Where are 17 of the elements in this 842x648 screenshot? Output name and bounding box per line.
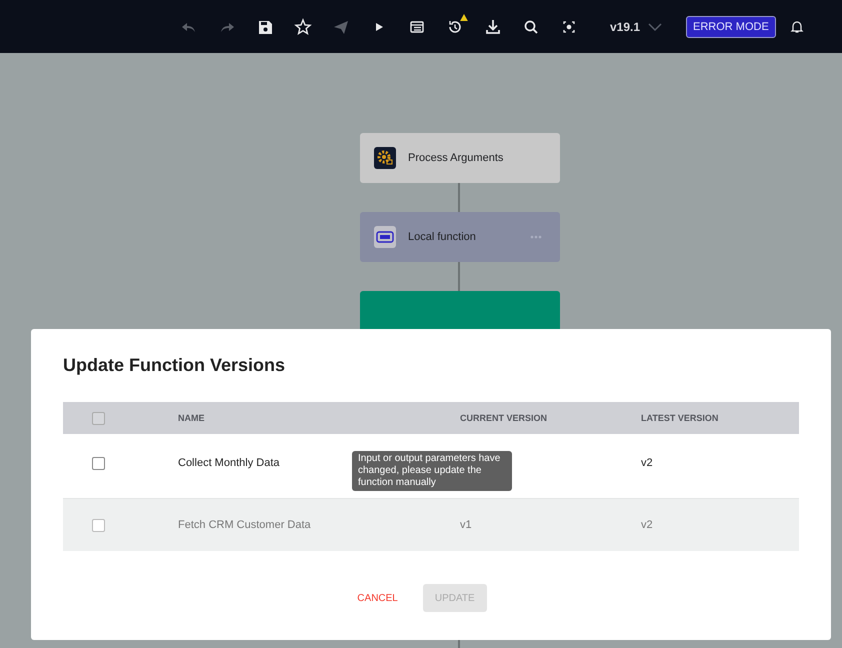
- dialog-title: Update Function Versions: [63, 355, 286, 376]
- node-label: Local function: [408, 231, 476, 243]
- version-dropdown[interactable]: v19.1: [610, 20, 662, 34]
- node-label: Process Arguments: [408, 152, 504, 164]
- text-button[interactable]: CANCEL: [345, 584, 410, 612]
- column-header: LATEST VERSION: [641, 413, 718, 423]
- tooltip: Input or output parameters have changed, please update the function manually: [352, 451, 512, 491]
- flow-node[interactable]: Process Arguments: [360, 133, 560, 183]
- flow-node[interactable]: Local function: [360, 212, 560, 262]
- table-cell: v1: [460, 519, 472, 531]
- table-cell: Collect Monthly Data: [178, 457, 280, 469]
- table-cell: Fetch CRM Customer Data: [178, 519, 311, 531]
- error-mode-button[interactable]: ERROR MODE: [686, 16, 776, 38]
- table-cell: v2: [641, 519, 653, 531]
- column-header: CURRENT VERSION: [460, 413, 548, 423]
- table-cell: v2: [641, 457, 653, 469]
- column-header: NAME: [178, 413, 204, 423]
